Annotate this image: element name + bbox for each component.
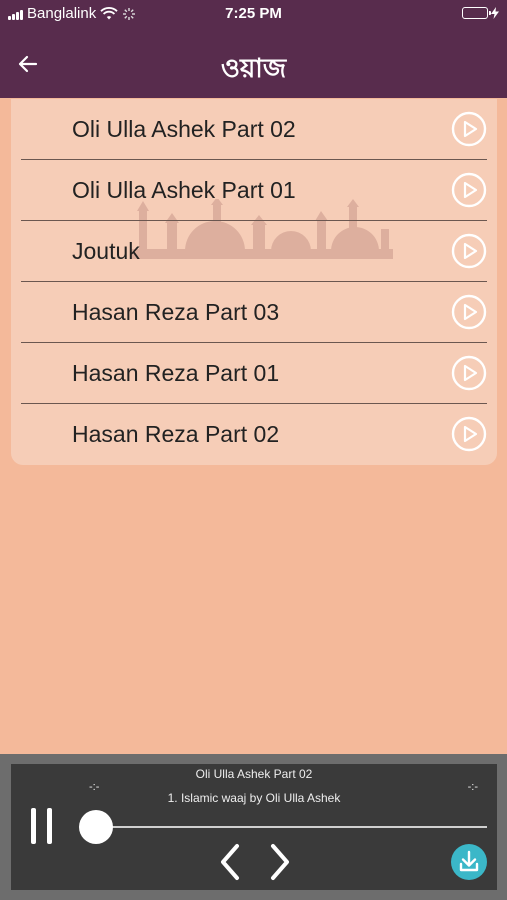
list-item-title: Joutuk [72,238,140,264]
play-circle-icon[interactable] [451,355,487,391]
progress-track[interactable] [95,826,487,828]
pause-button[interactable] [31,808,57,846]
status-time: 7:25 PM [225,5,282,22]
download-icon [459,850,479,872]
list-item-title: Oli Ulla Ashek Part 02 [72,116,296,142]
list-item-title: Hasan Reza Part 03 [72,299,280,325]
download-button[interactable] [451,844,487,880]
list-item[interactable]: Hasan Reza Part 03 [21,282,487,343]
list-item[interactable]: Hasan Reza Part 01 [21,343,487,404]
back-arrow-icon[interactable] [14,50,42,78]
battery-icon [462,7,491,19]
list-item-title: Hasan Reza Part 01 [72,360,280,386]
status-right [462,7,499,19]
audio-player: Oli Ulla Ashek Part 02 -:- -:- 1. Islami… [11,764,497,890]
list-item[interactable]: Oli Ulla Ashek Part 02 [21,99,487,160]
now-playing-subtitle: 1. Islamic waaj by Oli Ulla Ashek [167,791,341,805]
page-title: ওয়াজ [220,53,287,83]
list-item[interactable]: Joutuk [21,221,487,282]
play-circle-icon[interactable] [451,416,487,452]
nav-bar: ওয়াজ [0,36,507,92]
next-icon[interactable] [265,842,293,882]
play-circle-icon[interactable] [451,294,487,330]
previous-icon[interactable] [217,842,245,882]
list-item[interactable]: Hasan Reza Part 02 [21,404,487,464]
list-item-title: Oli Ulla Ashek Part 01 [72,177,296,203]
waz-list: Oli Ulla Ashek Part 02 Oli Ulla Ashek Pa… [11,99,497,465]
play-circle-icon[interactable] [451,172,487,208]
charging-icon [491,7,499,19]
progress-knob[interactable] [79,810,113,844]
now-playing-title: Oli Ulla Ashek Part 02 [195,767,313,781]
list-item[interactable]: Oli Ulla Ashek Part 01 [21,160,487,221]
status-bar: Banglalink 7:25 PM [0,0,507,28]
list-item-title: Hasan Reza Part 02 [72,421,280,447]
play-circle-icon[interactable] [451,111,487,147]
play-circle-icon[interactable] [451,233,487,269]
app-header: Banglalink 7:25 PM ওয়াজ [0,0,507,98]
